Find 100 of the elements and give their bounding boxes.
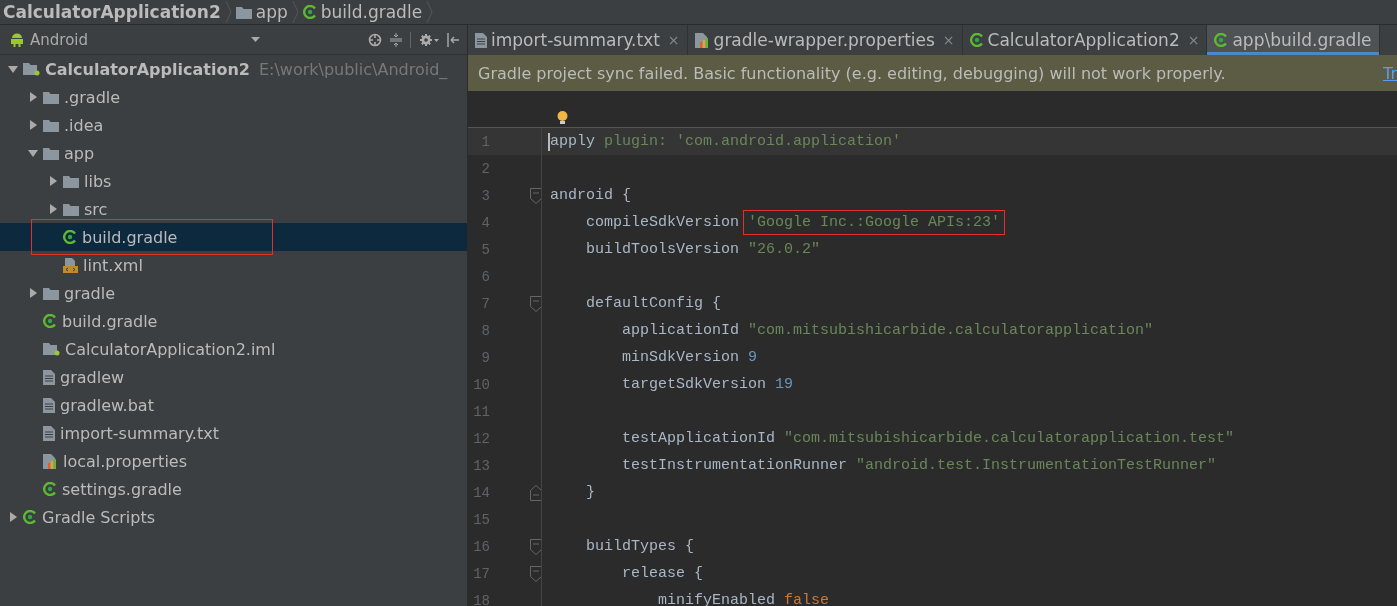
collapsed-arrow-icon[interactable]: [48, 176, 58, 186]
properties-file-icon: [43, 453, 58, 469]
line-number: 8: [480, 322, 490, 339]
collapsed-arrow-icon[interactable]: [28, 120, 38, 130]
line-number: 18: [472, 592, 490, 606]
tree-item[interactable]: CalculatorApplication2 E:\work\public\Android_: [0, 55, 467, 83]
caret-icon: [251, 37, 260, 42]
tree-item[interactable]: gradlew.bat: [0, 391, 467, 419]
tree-item[interactable]: .gradle: [0, 83, 467, 111]
project-location: E:\work\public\Android_: [258, 59, 448, 79]
tree-item[interactable]: local.properties: [0, 447, 467, 475]
code-text: release {: [621, 565, 704, 582]
tree-item[interactable]: build.gradle: [0, 307, 467, 335]
item-label: gradlew: [60, 367, 125, 387]
code-text: buildTypes {: [585, 538, 695, 555]
collapse-icon[interactable]: [390, 32, 402, 47]
tree-item[interactable]: src: [0, 195, 467, 223]
item-label: local.properties: [63, 451, 187, 471]
view-dropdown[interactable]: Android: [10, 30, 260, 49]
item-label: .idea: [64, 115, 104, 135]
tree-item[interactable]: lint.xml: [0, 251, 467, 279]
xml-file-icon: [63, 257, 78, 273]
item-label: libs: [84, 171, 112, 191]
settings-icon[interactable]: [419, 32, 439, 47]
line-number: 17: [472, 565, 490, 582]
item-label: gradle: [64, 283, 115, 303]
tree-item[interactable]: gradle: [0, 279, 467, 307]
locate-icon[interactable]: [368, 32, 382, 47]
tab-label: gradle-wrapper.properties: [713, 30, 935, 50]
line-number: 4: [480, 214, 490, 231]
breadcrumb-item[interactable]: build.gradle: [299, 2, 426, 22]
code-text: }: [585, 484, 595, 501]
close-icon[interactable]: ×: [1187, 32, 1200, 48]
tree-item[interactable]: CalculatorApplication2.iml: [0, 335, 467, 363]
expanded-arrow-icon[interactable]: [8, 64, 18, 74]
gradle-icon: [969, 33, 984, 47]
code-text: defaultConfig {: [585, 295, 722, 312]
line-number: 7: [480, 295, 490, 312]
editor-tab[interactable]: app\build.gradle: [1207, 25, 1380, 55]
tab-label: import-summary.txt: [491, 30, 660, 50]
item-label: Gradle Scripts: [42, 507, 156, 527]
tree-item[interactable]: libs: [0, 167, 467, 195]
item-label: app: [64, 143, 95, 163]
tab-label: app\build.gradle: [1232, 30, 1372, 50]
collapsed-arrow-icon[interactable]: [28, 92, 38, 102]
tree-item[interactable]: app: [0, 139, 467, 167]
text-file-icon: [43, 425, 55, 441]
tree-item[interactable]: Gradle Scripts: [0, 503, 467, 531]
item-label: src: [84, 199, 108, 219]
code-text: applicationId "com.mitsubishicarbide.calculatorapplication": [621, 322, 1154, 339]
line-number: 2: [480, 160, 490, 177]
folder-icon: [43, 118, 59, 132]
line-number: 16: [472, 538, 490, 555]
code-text: testInstrumentationRunner "android.test.InstrumentationTestRunner": [621, 457, 1217, 474]
item-label: settings.gradle: [62, 479, 182, 499]
item-label: lint.xml: [83, 255, 143, 275]
banner-message: Gradle project sync failed. Basic functionality (e.g. editing, debugging) will not work properly.: [478, 63, 1226, 83]
lightbulb-icon[interactable]: [557, 111, 568, 125]
text-file-icon: [475, 32, 487, 48]
line-number: 14: [472, 484, 490, 501]
gradle-icon: [23, 510, 37, 524]
line-number: 6: [480, 268, 490, 285]
expanded-arrow-icon[interactable]: [28, 148, 38, 158]
line-number: 5: [480, 241, 490, 258]
code-text: buildToolsVersion "26.0.2": [585, 241, 821, 258]
collapsed-arrow-icon[interactable]: [28, 288, 38, 298]
line-number: 12: [472, 430, 490, 447]
text-file-icon: [43, 369, 55, 385]
item-label: .gradle: [64, 87, 121, 107]
folder-icon: [63, 174, 79, 188]
code-text: android {: [550, 187, 631, 204]
hide-panel-icon[interactable]: [447, 32, 459, 47]
line-number: 13: [472, 457, 490, 474]
item-label: CalculatorApplication2.iml: [65, 339, 276, 359]
folder-icon: [63, 202, 79, 216]
gradle-icon: [43, 314, 57, 328]
breadcrumb-item[interactable]: app: [232, 2, 291, 22]
project-name: CalculatorApplication2: [45, 59, 250, 79]
chevron-separator-icon: [291, 1, 299, 23]
gradle-icon: [63, 230, 77, 244]
breadcrumb-item[interactable]: CalculatorApplication2: [0, 2, 224, 22]
close-icon[interactable]: ×: [942, 32, 955, 48]
folder-icon: [235, 5, 252, 19]
module-folder-icon: [23, 62, 40, 76]
tree-item[interactable]: .idea: [0, 111, 467, 139]
line-number: 15: [472, 511, 490, 528]
module-folder-icon: [43, 342, 60, 356]
tree-item[interactable]: build.gradle: [0, 223, 467, 251]
code-text: testApplicationId "com.mitsubishicarbide.calculatorapplication.test": [621, 430, 1235, 447]
line-number: 3: [480, 187, 490, 204]
tree-item[interactable]: gradlew: [0, 363, 467, 391]
properties-file-icon: [694, 32, 710, 48]
close-icon[interactable]: ×: [667, 32, 680, 48]
line-number: 11: [472, 403, 490, 420]
item-label: import-summary.txt: [60, 423, 219, 443]
tree-item[interactable]: import-summary.txt: [0, 419, 467, 447]
collapsed-arrow-icon[interactable]: [48, 204, 58, 214]
android-robot-icon: [10, 32, 24, 47]
collapsed-arrow-icon[interactable]: [8, 512, 18, 522]
tree-item[interactable]: settings.gradle: [0, 475, 467, 503]
